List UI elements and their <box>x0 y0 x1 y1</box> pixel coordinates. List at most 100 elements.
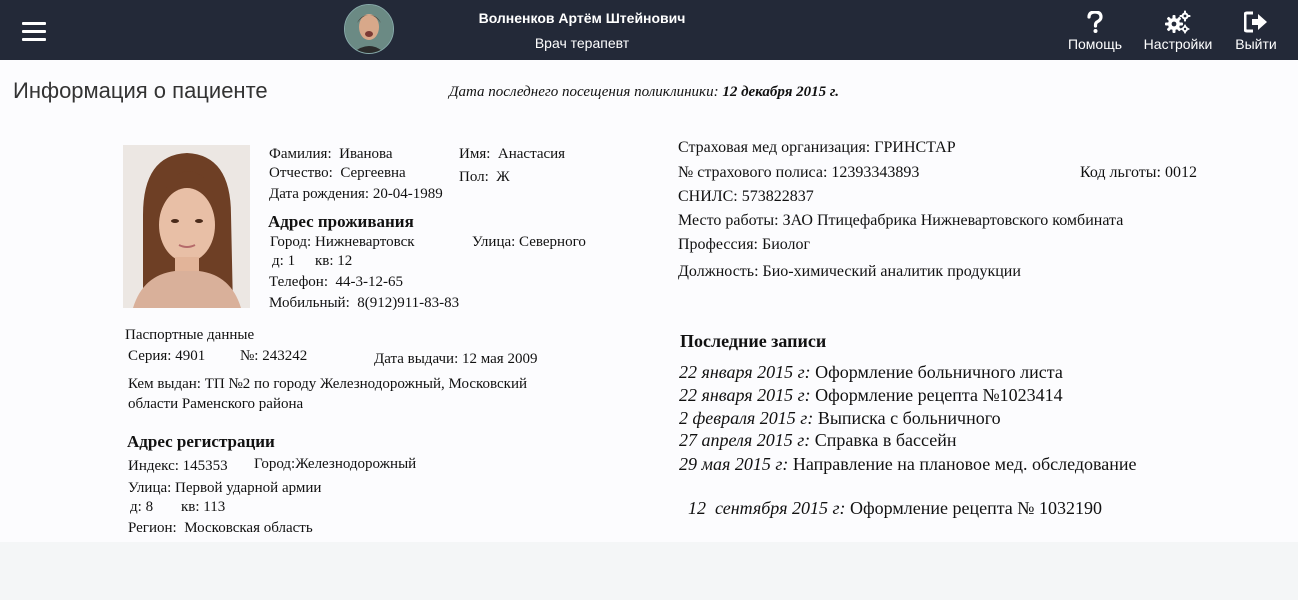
position-label: Должность: <box>678 263 759 280</box>
sex-field: Пол: Ж <box>459 169 510 186</box>
policy-label: № страхового полиса: <box>678 164 828 181</box>
name-label: Имя: <box>459 146 491 162</box>
benefit-label: Код льготы: <box>1080 164 1161 181</box>
passport-issued-by-field: Кем выдан: ТП №2 по городу Железнодорожн… <box>128 376 527 393</box>
hamburger-menu-icon[interactable] <box>22 22 46 42</box>
residence-title: Адрес проживания <box>268 212 414 231</box>
policy-field: № страхового полиса: 12393343893 <box>678 164 919 182</box>
reg-region-label: Регион: <box>128 520 177 536</box>
phone-value: 44-3-12-65 <box>335 274 404 290</box>
passport-series-field: Серия: 4901 <box>128 348 205 365</box>
street-field: Улица: Северного <box>472 234 586 251</box>
mobile-field: Мобильный: 8(912)911-83-83 <box>269 295 459 312</box>
record-text: Направление на плановое мед. обследовани… <box>792 454 1137 474</box>
surname-field: Фамилия: Иванова <box>269 146 393 163</box>
work-field: Место работы: ЗАО Птицефабрика Нижневарт… <box>678 212 1123 230</box>
record-text: Справка в бассейн <box>814 430 957 450</box>
top-bar: Волненков Артём Штейнович Врач терапевт … <box>0 0 1298 60</box>
record-item[interactable]: 22 января 2015 г: Оформление больничного… <box>679 362 1063 383</box>
passport-issue-date-value: 12 мая 2009 <box>462 351 538 367</box>
passport-issued-by-line1: ТП №2 по городу Железнодорожный, Московс… <box>204 376 527 392</box>
benefit-value: 0012 <box>1164 164 1197 181</box>
reg-street-value: Первой ударной армии <box>175 480 322 496</box>
passport-issued-by-label: Кем выдан: <box>128 376 201 392</box>
passport-title: Паспортные данные <box>125 327 255 343</box>
settings-button[interactable]: Настройки <box>1141 8 1215 52</box>
city-field: Город: Нижневартовск <box>270 234 415 251</box>
record-item[interactable]: 12 сентября 2015 г: Оформление рецепта №… <box>679 477 1102 519</box>
record-text: Оформление больничного листа <box>815 362 1063 382</box>
patronymic-value: Сергеевна <box>340 165 406 181</box>
snils-value: 573822837 <box>741 188 814 205</box>
sign-out-icon <box>1231 8 1281 36</box>
birth-value: 20-04-1989 <box>372 186 443 202</box>
last-visit-label: Дата последнего посещения поликлиники: <box>449 84 719 100</box>
reg-flat-field: кв: 113 <box>181 499 225 516</box>
passport-number-field: №: 243242 <box>240 348 307 365</box>
reg-house-field: д: 8 <box>130 499 153 516</box>
work-value: ЗАО Птицефабрика Нижневартовского комбин… <box>782 212 1124 229</box>
flat-label: кв: <box>315 253 334 269</box>
profession-field: Профессия: Биолог <box>678 236 810 254</box>
phone-label: Телефон: <box>269 274 328 290</box>
help-button[interactable]: Помощь <box>1066 8 1124 52</box>
reg-house-label: д: <box>130 499 142 515</box>
gears-icon <box>1141 8 1215 36</box>
passport-issued-by-line2: области Раменского района <box>128 396 304 412</box>
record-item[interactable]: 27 апреля 2015 г: Справка в бассейн <box>679 430 956 451</box>
registration-title: Адрес регистрации <box>127 432 275 451</box>
insurance-org-field: Страховая мед организация: ГРИНСТАР <box>678 139 956 157</box>
work-label: Место работы: <box>678 212 779 229</box>
record-date: 27 апреля 2015 г: <box>679 430 811 450</box>
record-item[interactable]: 29 мая 2015 г: Направление на плановое м… <box>679 454 1137 475</box>
logout-label: Выйти <box>1235 36 1277 52</box>
record-date: 22 января 2015 г: <box>679 362 811 382</box>
record-item[interactable]: 22 января 2015 г: Оформление рецепта №10… <box>679 385 1063 406</box>
doctor-avatar[interactable] <box>344 4 394 54</box>
reg-index-field: Индекс: 145353 <box>128 458 228 475</box>
profession-label: Профессия: <box>678 236 758 253</box>
passport-number-label: №: <box>240 348 259 364</box>
page-title: Информация о пациенте <box>13 78 268 103</box>
insurance-org-value: ГРИНСТАР <box>874 139 956 156</box>
record-date: 29 мая 2015 г: <box>679 454 789 474</box>
record-item[interactable]: 2 февраля 2015 г: Выписка с больничного <box>679 408 1001 429</box>
patient-photo <box>123 145 250 308</box>
policy-value: 12393343893 <box>831 164 920 181</box>
sex-value: Ж <box>496 169 510 185</box>
flat-value: 12 <box>337 253 353 269</box>
last-visit: Дата последнего посещения поликлиники: 1… <box>449 84 839 101</box>
reg-flat-label: кв: <box>181 499 200 515</box>
birth-label: Дата рождения: <box>269 186 370 202</box>
patronymic-field: Отчество: Сергеевна <box>269 165 406 182</box>
snils-field: СНИЛС: 573822837 <box>678 188 814 206</box>
benefit-field: Код льготы: 0012 <box>1080 164 1197 182</box>
insurance-org-label: Страховая мед организация: <box>678 139 871 156</box>
reg-city-label: Город: <box>254 456 296 472</box>
street-value: Северного <box>519 234 586 250</box>
sex-label: Пол: <box>459 169 489 185</box>
reg-region-value: Московская область <box>184 520 313 536</box>
record-date: 12 сентября 2015 г: <box>688 498 846 518</box>
patronymic-label: Отчество: <box>269 165 333 181</box>
surname-label: Фамилия: <box>269 146 332 162</box>
name-value: Анастасия <box>497 146 566 162</box>
position-field: Должность: Био-химический аналитик проду… <box>678 263 1021 281</box>
reg-flat-value: 113 <box>203 499 226 515</box>
reg-region-field: Регион: Московская область <box>128 520 313 537</box>
city-label: Город: <box>270 234 312 250</box>
doctor-role: Врач терапевт <box>534 35 630 51</box>
passport-issue-date-label: Дата выдачи: <box>374 351 459 367</box>
surname-value: Иванова <box>339 146 393 162</box>
logout-button[interactable]: Выйти <box>1231 8 1281 52</box>
reg-house-value: 8 <box>145 499 154 515</box>
birth-field: Дата рождения: 20-04-1989 <box>269 186 443 203</box>
record-date: 2 февраля 2015 г: <box>679 408 814 428</box>
passport-series-value: 4901 <box>175 348 206 364</box>
reg-street-field: Улица: Первой ударной армии <box>128 480 321 497</box>
doctor-name: Волненков Артём Штейнович <box>478 10 686 26</box>
reg-index-label: Индекс: <box>128 458 179 474</box>
profession-value: Биолог <box>762 236 811 253</box>
reg-city-field: Город:Железнодорожный <box>254 456 416 473</box>
passport-number-value: 243242 <box>262 348 308 364</box>
